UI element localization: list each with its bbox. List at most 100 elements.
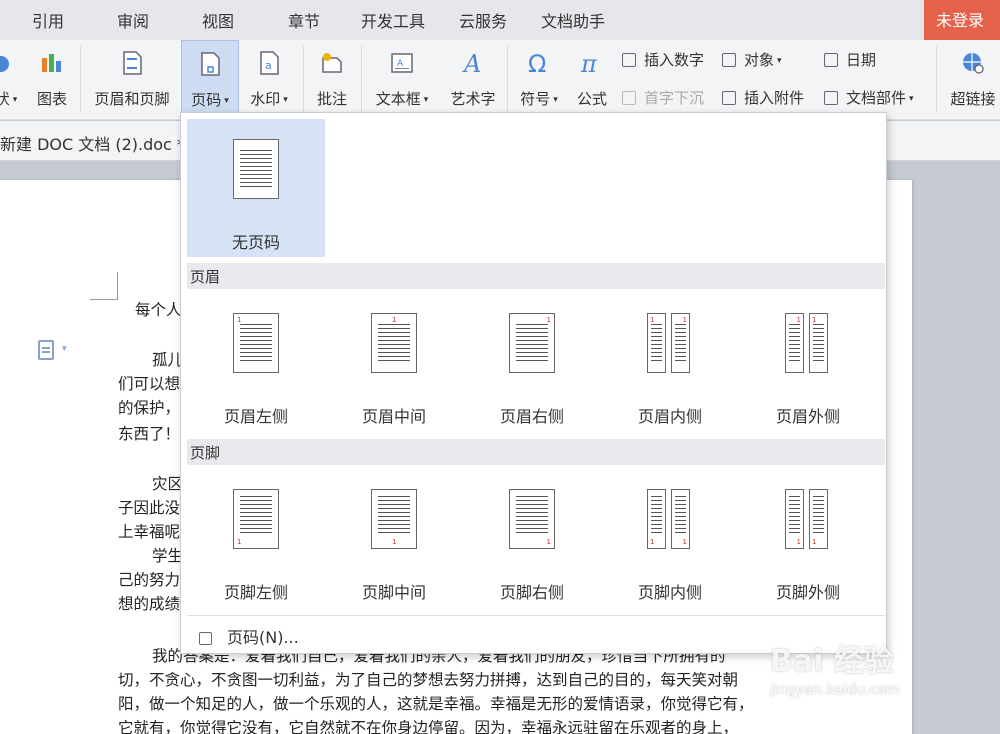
ribbon-separator	[303, 46, 304, 112]
option-footer-right[interactable]: 1 页脚右侧	[463, 467, 601, 607]
page-number-dialog-label: 页码(N)...	[227, 628, 299, 647]
login-button[interactable]: 未登录	[924, 0, 1000, 40]
chevron-down-icon[interactable]: ▾	[62, 344, 67, 354]
paragraph-line: 们可以想	[118, 375, 181, 393]
comment-label: 批注	[316, 90, 347, 108]
book-thumbnail: 1 1	[785, 313, 831, 373]
page-number-icon	[201, 52, 220, 76]
option-header-left[interactable]: 1 页眉左侧	[187, 291, 325, 431]
option-footer-inside[interactable]: 1 1 页脚内侧	[601, 467, 739, 607]
book-thumbnail: 1 1	[785, 489, 831, 549]
document-tab[interactable]: 新建 DOC 文档 (2).doc *	[0, 121, 185, 161]
hyperlink-button[interactable]: 超链接	[942, 40, 1000, 120]
book-thumbnail: 1 1	[647, 489, 693, 549]
menu-developer[interactable]: 开发工具	[361, 0, 425, 40]
menu-cloud[interactable]: 云服务	[459, 0, 507, 40]
formula-label: 公式	[576, 90, 607, 108]
option-header-outside[interactable]: 1 1 页眉外侧	[739, 291, 877, 431]
object-button[interactable]: 对象 ▾	[722, 48, 782, 72]
header-footer-icon	[123, 51, 142, 75]
paragraph-line: 子因此没	[118, 499, 181, 517]
paragraph-line: 阳，做一个知足的人，做一个乐观的人，这就是幸福。幸福是无形的爱情语录，你觉得它有…	[118, 695, 754, 713]
option-label: 页脚内侧	[637, 583, 702, 602]
paragraph-line: 东西了！	[118, 425, 181, 443]
option-label: 页脚右侧	[499, 583, 564, 602]
option-label: 页眉内侧	[637, 407, 702, 426]
textbox-icon: A	[391, 53, 413, 73]
baidu-watermark-logo: Bai 经验 jingyan.baidu.com	[750, 628, 950, 708]
omega-icon: Ω	[528, 50, 546, 76]
symbol-label: 符号 ▾	[520, 90, 558, 108]
insert-number-button[interactable]: 插入数字	[622, 48, 704, 72]
number-icon	[622, 53, 636, 67]
pi-icon: π	[580, 50, 598, 76]
menu-doc-assistant[interactable]: 文档助手	[541, 0, 605, 40]
page-thumbnail: 1	[371, 489, 417, 549]
option-footer-left[interactable]: 1 页脚左侧	[187, 467, 325, 607]
comment-icon	[322, 53, 342, 73]
doc-parts-button[interactable]: 文档部件 ▾	[824, 86, 914, 110]
page-number-settings-icon	[199, 632, 212, 645]
paragraph-line: 它就有，你觉得它没有，它自然就不在你身边停留。因为，幸福永远驻留在乐观者的身上，	[118, 719, 739, 734]
paragraph-line: 切，不贪心，不贪图一切利益，为了自己的梦想去努力拼搏，达到自己的目的，每天笑对朝	[118, 671, 739, 689]
option-header-right[interactable]: 1 页眉右侧	[463, 291, 601, 431]
textbox-button[interactable]: A 文本框 ▾	[368, 40, 436, 120]
watermark-url: jingyan.baidu.com	[770, 682, 900, 698]
paragraph-line: 孤儿	[152, 351, 184, 369]
chart-button[interactable]: 图表	[28, 40, 76, 120]
section-header-footer: 页脚	[187, 439, 885, 465]
option-footer-center[interactable]: 1 页脚中间	[325, 467, 463, 607]
page-number-dropdown: 无页码 页眉 1 页眉左侧 1 页眉中间 1 页眉右侧 1 1 页眉内侧 1 1…	[180, 112, 887, 654]
shape-icon	[0, 56, 9, 72]
menu-review[interactable]: 审阅	[117, 0, 149, 40]
option-header-center[interactable]: 1 页眉中间	[325, 291, 463, 431]
paragraph-line: 上幸福呢	[118, 523, 181, 541]
option-header-inside[interactable]: 1 1 页眉内侧	[601, 291, 739, 431]
watermark-button[interactable]: a 水印 ▾	[240, 40, 298, 120]
menu-view[interactable]: 视图	[202, 0, 234, 40]
shape-label: 状 ▾	[0, 90, 18, 108]
book-thumbnail: 1 1	[647, 313, 693, 373]
option-label: 页眉左侧	[223, 407, 288, 426]
ribbon-separator	[936, 46, 937, 112]
page-thumbnail: 1	[233, 489, 279, 549]
shape-button[interactable]: 状 ▾	[0, 40, 26, 120]
svg-text:A: A	[462, 50, 481, 76]
menu-references[interactable]: 引用	[32, 0, 64, 40]
menu-bar: 引用 审阅 视图 章节 开发工具 云服务 文档助手 未登录	[0, 0, 1000, 40]
symbol-button[interactable]: Ω 符号 ▾	[512, 40, 566, 120]
watermark-text: Bai 经验	[770, 644, 894, 679]
option-footer-outside[interactable]: 1 1 页脚外侧	[739, 467, 877, 607]
hyperlink-label: 超链接	[950, 90, 996, 108]
option-label: 无页码	[231, 233, 280, 252]
paragraph-line: 想的成绩	[118, 595, 181, 613]
doc-parts-icon	[824, 91, 838, 105]
comment-button[interactable]: 批注	[308, 40, 356, 120]
wordart-icon: A	[462, 50, 481, 76]
page-number-button[interactable]: 页码 ▾	[181, 40, 239, 120]
date-button[interactable]: 日期	[824, 48, 876, 72]
page-number-label: 页码 ▾	[191, 91, 229, 109]
watermark-icon: a	[260, 51, 279, 75]
svg-text:A: A	[397, 59, 404, 69]
paragraph-line: 学生	[152, 547, 184, 565]
globe-link-icon	[963, 53, 984, 74]
drop-cap-button[interactable]: 首字下沉	[622, 86, 704, 110]
header-footer-label: 页眉和页脚	[94, 90, 170, 108]
wordart-button[interactable]: A 艺术字	[444, 40, 502, 120]
watermark-label: 水印 ▾	[250, 90, 288, 108]
margin-corner-mark	[90, 272, 118, 300]
paragraph-line: 的保护，	[118, 399, 181, 417]
paragraph-line: 灾区	[152, 475, 184, 493]
chart-icon	[42, 54, 61, 72]
attachment-icon	[722, 91, 736, 105]
insert-attachment-button[interactable]: 插入附件	[722, 86, 804, 110]
header-footer-button[interactable]: 页眉和页脚	[86, 40, 178, 120]
formula-button[interactable]: π 公式	[570, 40, 614, 120]
paragraph-layout-icon[interactable]	[38, 340, 54, 360]
chart-label: 图表	[36, 90, 67, 108]
calendar-icon	[824, 53, 838, 67]
menu-section[interactable]: 章节	[288, 0, 320, 40]
option-no-page-number[interactable]: 无页码	[187, 119, 325, 257]
svg-text:a: a	[265, 59, 272, 72]
